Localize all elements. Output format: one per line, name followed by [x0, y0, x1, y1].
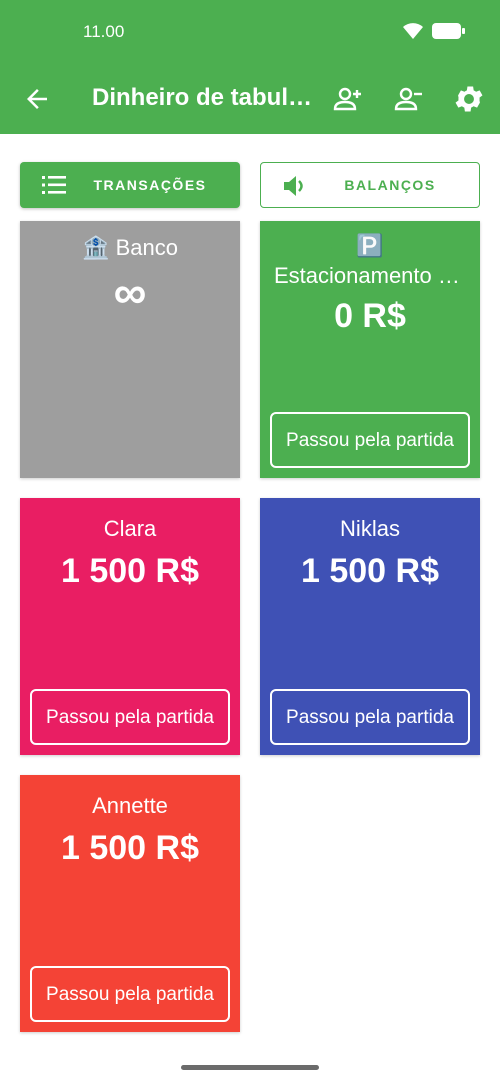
bank-icon: 🏦 — [82, 235, 110, 260]
page-title: Dinheiro de tabuleiro — [92, 84, 320, 111]
tab-balances-label: BALANÇOS — [344, 177, 436, 193]
bank-label: Banco — [115, 235, 178, 260]
passed-start-button[interactable]: Passou pela partida — [30, 966, 230, 1022]
passed-start-button[interactable]: Passou pela partida — [270, 689, 470, 745]
battery-icon — [432, 23, 465, 39]
parking-amount: 0 R$ — [334, 297, 406, 335]
app-bar: 11.00 Dinheiro de tabuleiro — [0, 0, 500, 134]
bank-label-row: 🏦 Banco — [26, 235, 234, 261]
player-balance: 1 500 R$ — [61, 552, 199, 590]
player-balance: 1 500 R$ — [301, 552, 439, 590]
player-card-annette[interactable]: Annette 1 500 R$ Passou pela partida — [20, 775, 240, 1032]
person-add-icon[interactable] — [330, 82, 364, 116]
player-name: Niklas — [340, 516, 400, 541]
gear-icon[interactable] — [452, 82, 486, 116]
parking-label: Estacionamento gratuito — [274, 263, 470, 288]
player-card-clara[interactable]: Clara 1 500 R$ Passou pela partida — [20, 498, 240, 755]
toolbar: Dinheiro de tabuleiro — [0, 78, 500, 122]
player-balance: 1 500 R$ — [61, 829, 199, 867]
tab-transactions[interactable]: TRANSAÇÕES — [20, 162, 240, 208]
back-arrow-icon[interactable] — [22, 84, 52, 114]
tab-balances[interactable]: BALANÇOS — [260, 162, 480, 208]
parking-passed-start-button[interactable]: Passou pela partida — [270, 412, 470, 468]
status-icons — [402, 22, 466, 40]
person-remove-icon[interactable] — [391, 82, 425, 116]
parking-icon: 🅿️ — [356, 233, 384, 258]
gesture-home-bar[interactable] — [181, 1065, 319, 1070]
parking-card[interactable]: 🅿️ Estacionamento gratuito 0 R$ Passou p… — [260, 221, 480, 478]
player-name: Clara — [103, 516, 157, 541]
status-time: 11.00 — [83, 22, 125, 41]
bank-card[interactable]: 🏦 Banco ∞ — [20, 221, 240, 478]
player-card-niklas[interactable]: Niklas 1 500 R$ Passou pela partida — [260, 498, 480, 755]
player-name: Annette — [92, 793, 168, 818]
passed-start-button[interactable]: Passou pela partida — [30, 689, 230, 745]
tab-transactions-label: TRANSAÇÕES — [93, 177, 207, 193]
bank-amount: ∞ — [113, 266, 147, 318]
wifi-icon — [403, 23, 423, 39]
